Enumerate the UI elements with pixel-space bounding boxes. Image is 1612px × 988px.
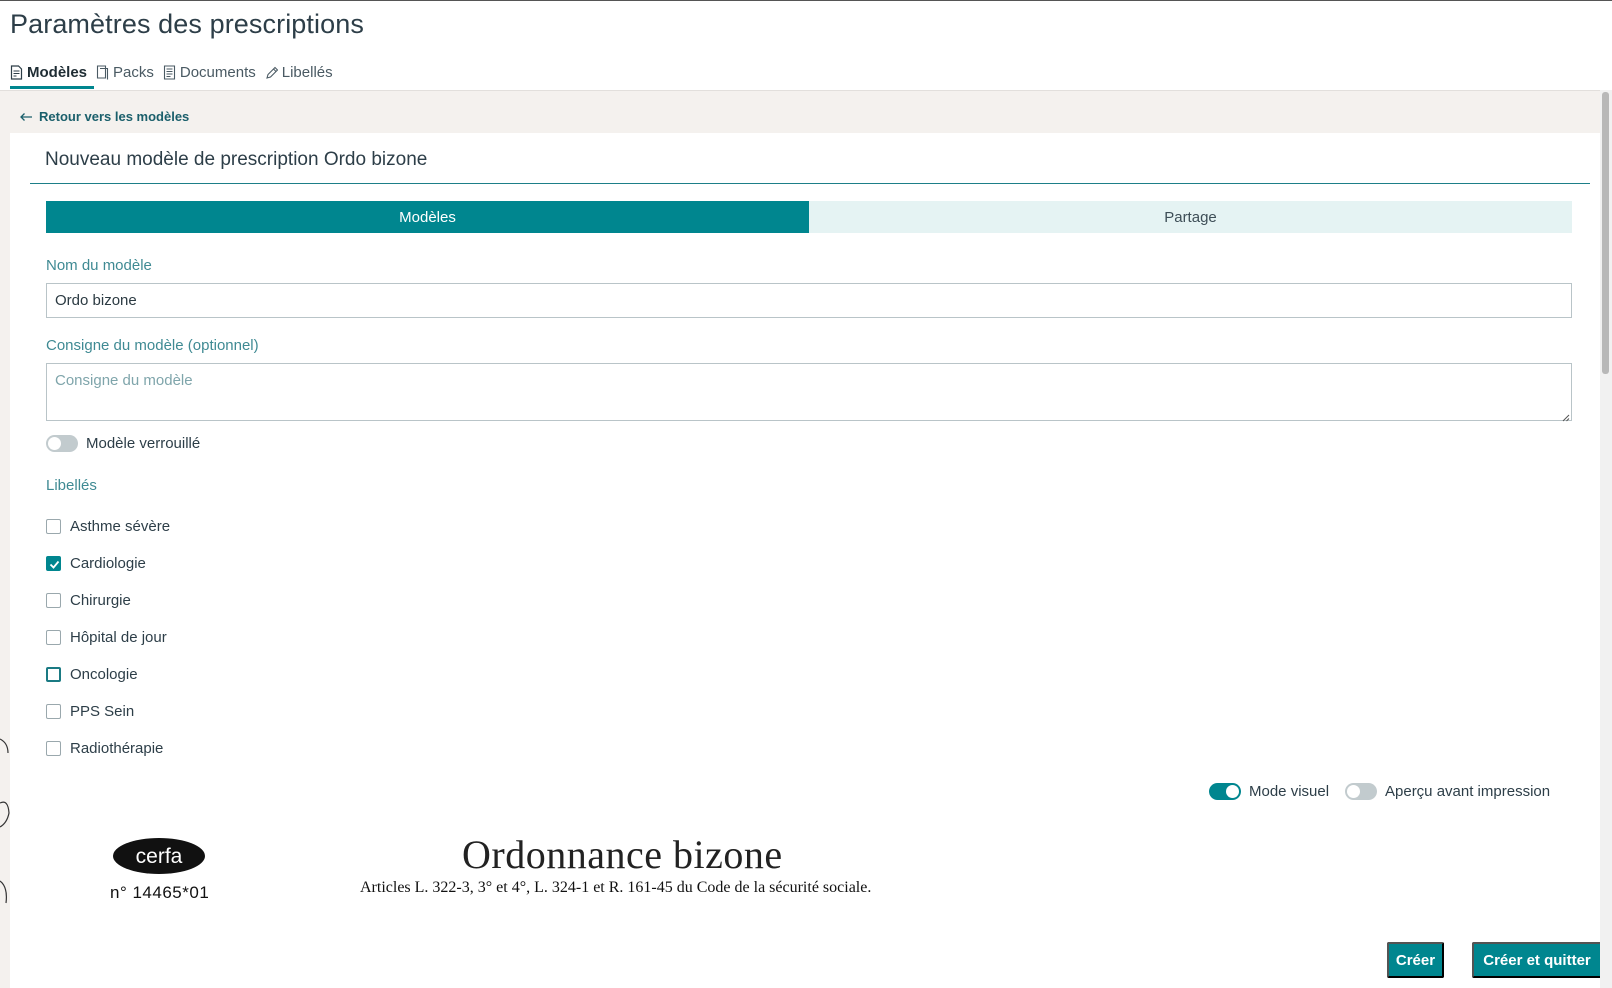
locked-label: Modèle verrouillé [86,435,201,452]
cerfa-logo-text: cerfa [136,845,183,868]
label-option-oncologie[interactable]: Oncologie [46,656,170,693]
checkbox[interactable] [46,519,61,534]
scrollbar-thumb[interactable] [1602,92,1609,374]
pencil-icon [265,66,278,79]
option-label: Cardiologie [70,555,146,572]
checkbox[interactable] [46,741,61,756]
tab-label: Modèles [27,64,88,81]
segment-partage[interactable]: Partage [809,201,1572,233]
option-label: Asthme sévère [70,518,171,535]
option-label: Chirurgie [70,592,131,609]
checkbox[interactable] [46,556,61,571]
decorative-curve-left [0,731,10,926]
segment-modeles[interactable]: Modèles [46,201,809,233]
checkbox[interactable] [46,704,61,719]
model-name-label: Nom du modèle [46,257,152,274]
print-preview-toggle-row: Aperçu avant impression [1345,783,1550,800]
label-option-hopital-de-jour[interactable]: Hôpital de jour [46,619,170,656]
print-preview-label: Aperçu avant impression [1385,783,1551,800]
label-option-cardiologie[interactable]: Cardiologie [46,545,170,582]
create-button[interactable]: Créer [1387,942,1444,978]
instructions-textarea[interactable] [46,363,1572,421]
locked-switch[interactable] [46,435,78,452]
checkbox[interactable] [46,593,61,608]
pages-icon [96,65,109,80]
arrow-left-icon [20,112,32,121]
back-to-models-link[interactable]: Retour vers les modèles [19,109,189,124]
switch-knob [48,437,61,450]
tab-modeles[interactable]: Modèles [10,59,95,89]
document-icon [163,65,175,80]
resize-grip-icon[interactable] [1560,412,1570,422]
page-scrollbar[interactable] [1600,90,1612,988]
top-tabs: Modèles Packs Documents Libellés [10,59,340,89]
labels-section-title: Libellés [46,477,97,494]
tab-label: Packs [113,64,154,81]
switch-knob [1347,785,1360,798]
labels-checklist: Asthme sévère Cardiologie Chirurgie Hôpi… [46,508,170,767]
document-title: Ordonnance bizone [462,832,783,877]
locked-toggle-row: Modèle verrouillé [46,435,200,452]
option-label: PPS Sein [70,703,135,720]
title-divider [30,183,1590,184]
document-edit-icon [10,65,23,80]
create-and-quit-button[interactable]: Créer et quitter [1472,942,1602,978]
instructions-label: Consigne du modèle (optionnel) [46,337,259,354]
print-preview-switch[interactable] [1345,783,1377,800]
tab-packs[interactable]: Packs [94,59,161,89]
model-form-card: Nouveau modèle de prescription Ordo bizo… [10,133,1600,988]
tab-label: Libellés [281,64,333,81]
checkbox[interactable] [46,630,61,645]
option-label: Hôpital de jour [70,629,167,646]
page-title: Paramètres des prescriptions [10,9,364,39]
tab-libelles[interactable]: Libellés [263,59,340,89]
option-label: Oncologie [70,666,138,683]
label-option-chirurgie[interactable]: Chirurgie [46,582,170,619]
form-title: Nouveau modèle de prescription Ordo bizo… [45,149,428,170]
cerfa-logo: cerfa [113,838,205,874]
cerfa-number: n° 14465*01 [110,883,210,902]
visual-mode-toggle-row: Mode visuel [1209,783,1329,800]
model-name-input[interactable] [46,283,1572,318]
switch-knob [1226,785,1239,798]
tab-label: Documents [179,64,256,81]
checkmark-icon [49,560,60,569]
back-link-label: Retour vers les modèles [39,109,190,124]
checkbox[interactable] [46,667,61,682]
visual-mode-switch[interactable] [1209,783,1241,800]
document-preview: cerfa n° 14465*01 Ordonnance bizone Arti… [10,823,1580,963]
document-subtitle: Articles L. 322-3, 3° et 4°, L. 324-1 et… [360,879,872,896]
label-option-pps-sein[interactable]: PPS Sein [46,693,170,730]
tab-documents[interactable]: Documents [161,59,263,89]
label-option-asthme[interactable]: Asthme sévère [46,508,170,545]
option-label: Radiothérapie [70,740,164,757]
label-option-radiotherapie[interactable]: Radiothérapie [46,730,170,767]
visual-mode-label: Mode visuel [1249,783,1330,800]
segmented-control: Modèles Partage [46,201,1572,233]
